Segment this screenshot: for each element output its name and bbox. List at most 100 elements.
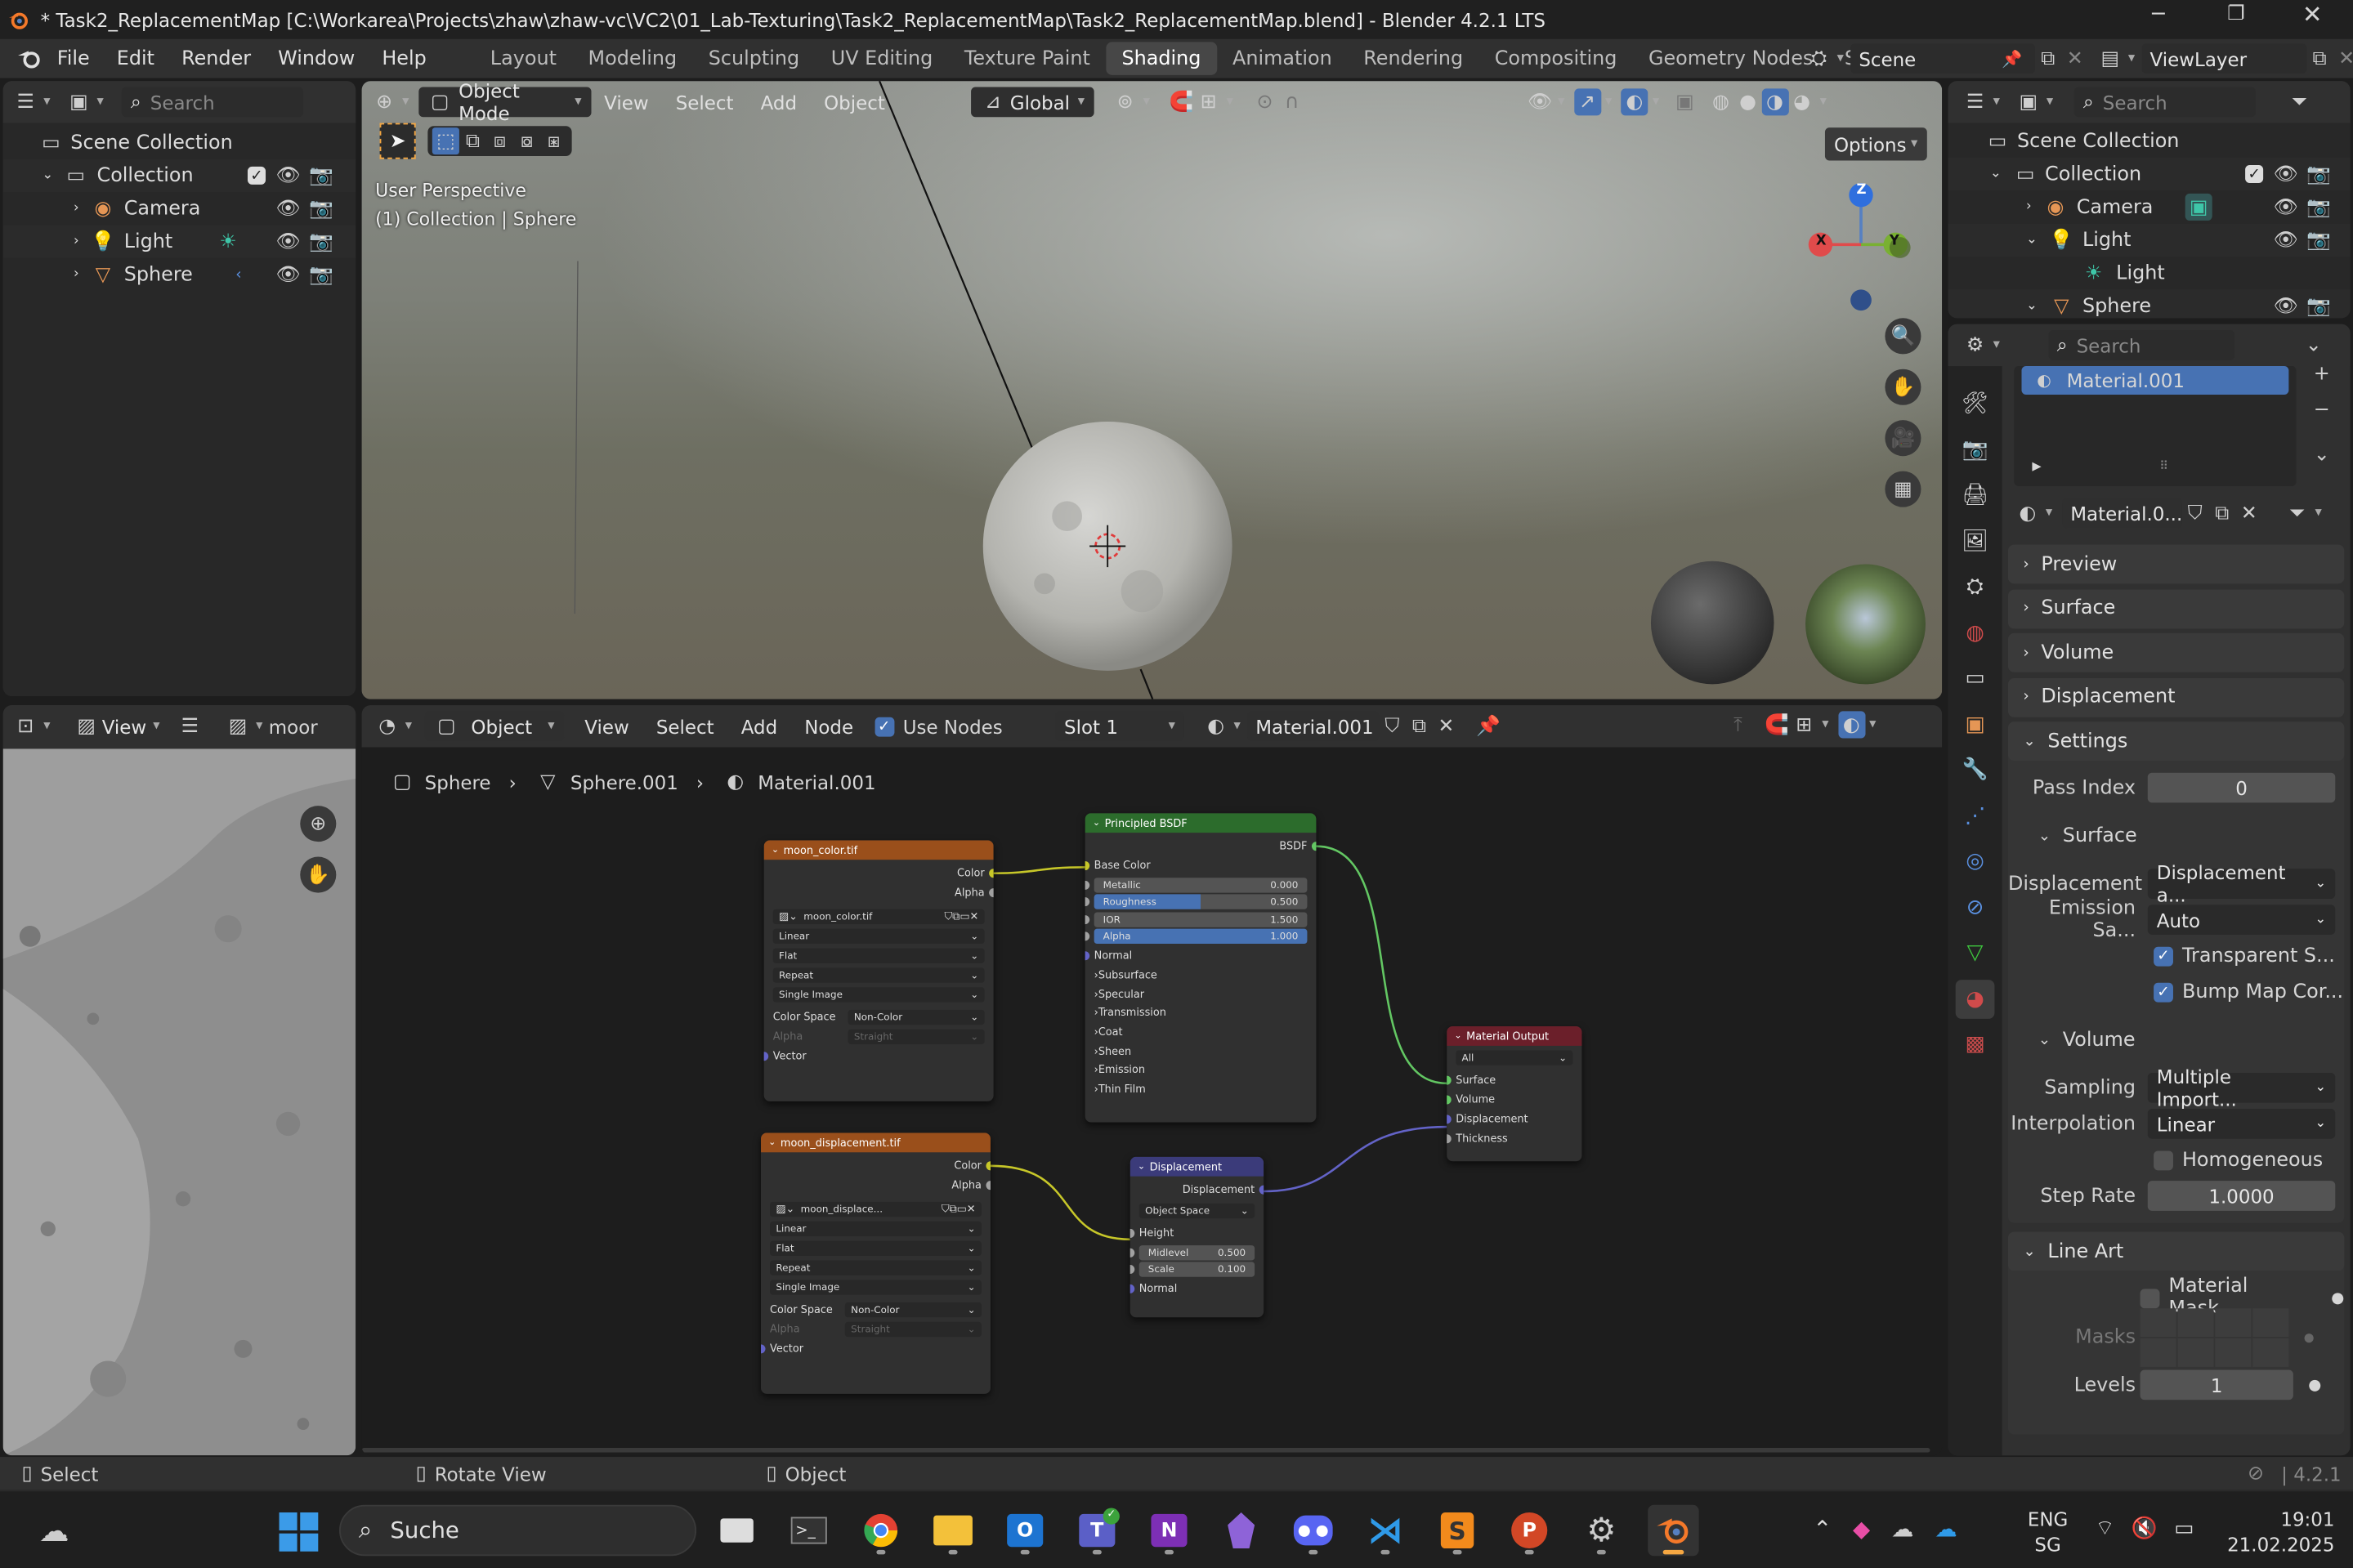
settings-app-icon[interactable]: ⚙ (1576, 1505, 1626, 1556)
pivot-icon[interactable]: ⊚ (1112, 88, 1138, 115)
bsdf-field-ior[interactable]: IOR 1.500 (1085, 911, 1308, 927)
float-socket[interactable] (1130, 1228, 1135, 1238)
float-socket[interactable] (1447, 1133, 1452, 1143)
weather-icon[interactable]: ☁ (34, 1511, 74, 1550)
material-slot-item[interactable]: ◐ Material.001 (2021, 366, 2289, 395)
outliner-search-field[interactable]: ⌕ Search (2073, 87, 2257, 118)
breadcrumb-object[interactable]: Sphere (425, 771, 491, 793)
editor-type-icon[interactable]: ◔ (374, 713, 400, 739)
tab-geometry-nodes[interactable]: Geometry Nodes (1633, 42, 1829, 74)
node-menu-add[interactable]: Add (727, 715, 790, 738)
camera-view-icon[interactable]: 🎥 (1885, 420, 1921, 457)
chrome-icon[interactable] (856, 1505, 906, 1556)
camera-render-icon[interactable]: 📷 (2306, 293, 2333, 318)
keyframe-dot-icon[interactable]: ● (2308, 1377, 2321, 1393)
editor-type-icon[interactable]: ⊕ (371, 88, 398, 115)
float-socket[interactable] (1085, 914, 1090, 924)
select-invert-icon[interactable]: ⧇ (513, 127, 540, 154)
keyframe-dot-icon[interactable]: ● (2331, 1289, 2344, 1306)
node-image-texture-displacement[interactable]: ⌄ moon_displacement.tif Color Alpha ▨⌄ moo… (761, 1132, 991, 1394)
outliner-search-field[interactable]: ⌕ Search (121, 87, 304, 118)
mode-dropdown[interactable]: ▢ Object Mode ▾ (418, 81, 591, 124)
chevron-down-icon[interactable]: ⌄ (2026, 233, 2038, 248)
vector-socket[interactable] (1447, 1114, 1452, 1124)
outliner-row-light[interactable]: › 💡 Light ☀ 👁 📷 (2, 225, 356, 258)
outlook-icon[interactable]: O (1000, 1505, 1050, 1556)
horizontal-scrollbar[interactable] (361, 1448, 1930, 1453)
resize-handle-icon[interactable]: ⠿ (2159, 459, 2168, 473)
interpolation-dropdown[interactable]: Linear ⌄ (2147, 1109, 2336, 1139)
image-browse-icon[interactable]: ▨ (225, 713, 252, 739)
world-tab-icon[interactable]: ◍ (1956, 613, 1995, 652)
blender-menu-icon[interactable] (14, 45, 44, 72)
extension-dropdown[interactable]: Repeat ⌄ (770, 1260, 982, 1275)
camera-render-icon[interactable]: 📷 (307, 195, 334, 222)
collection-tab-icon[interactable]: ▭ (1956, 659, 1995, 698)
new-viewlayer-icon[interactable]: ⧉ (2306, 45, 2333, 72)
homogeneous-row[interactable]: Homogeneous (2008, 1141, 2344, 1177)
interpolation-dropdown[interactable]: Linear ⌄ (770, 1221, 982, 1237)
target-dropdown[interactable]: All ⌄ (1456, 1050, 1573, 1065)
color-space-dropdown[interactable]: Non-Color ⌄ (844, 1301, 982, 1317)
chevron-up-icon[interactable]: ⌃ (1813, 1516, 1832, 1543)
chevron-right-icon[interactable]: › (74, 201, 79, 216)
powerpoint-icon[interactable]: P (1504, 1505, 1555, 1556)
eye-icon[interactable]: 👁 (275, 195, 302, 222)
viewport-menu-view[interactable]: View (591, 91, 663, 114)
image-file-field[interactable]: ▨⌄ moon_displace... ⛉⧉▭✕ (770, 1201, 982, 1217)
editor-type-icon[interactable]: ☰ (12, 88, 39, 115)
ortho-toggle-icon[interactable]: ▦ (1885, 471, 1921, 507)
solid-shading-icon[interactable]: ● (1734, 88, 1761, 115)
remove-slot-icon[interactable]: − (2308, 396, 2335, 423)
modifier-icon[interactable]: ‹ (225, 261, 252, 288)
select-box-tool-icon[interactable]: ➤ (379, 123, 416, 159)
source-dropdown[interactable]: Single Image ⌄ (772, 987, 985, 1003)
options-button[interactable]: Options ▾ (1824, 127, 1927, 161)
panel-line-art-header[interactable]: ⌄ Line Art (2007, 1231, 2345, 1271)
fake-user-shield-icon[interactable]: ⛉ (1379, 713, 1406, 739)
slot-dropdown[interactable]: Slot 1 ▾ (1055, 711, 1184, 742)
use-nodes-checkbox[interactable]: ✓ (874, 716, 894, 736)
file-explorer-icon[interactable] (928, 1505, 978, 1556)
menu-edit[interactable]: Edit (103, 47, 168, 70)
material-slot-list[interactable]: ◐ Material.001 ▶ ⠿ (2014, 366, 2297, 486)
node-material-output[interactable]: ⌄ Material Output All ⌄ Surface Volume Dis… (1447, 1026, 1582, 1162)
transform-orientation-dropdown[interactable]: ⊿ Global ▾ (970, 87, 1094, 118)
tab-uv-editing[interactable]: UV Editing (815, 42, 948, 74)
panel-settings-header[interactable]: ⌄ Settings (2007, 721, 2345, 762)
image-view-menu[interactable]: ▨ View ▾ (64, 711, 169, 742)
camera-render-icon[interactable]: 📷 (2306, 194, 2333, 221)
material-browse-icon[interactable]: ◐ (1202, 713, 1229, 739)
float-socket[interactable] (1130, 1265, 1135, 1275)
editor-type-icon[interactable]: ☰ (1962, 88, 1988, 115)
xray-icon[interactable]: ▣ (1671, 88, 1698, 115)
unlink-material-icon[interactable]: ✕ (2235, 499, 2262, 526)
eye-icon[interactable]: 👁 (275, 228, 302, 255)
alpha-mode-dropdown[interactable]: Straight ⌄ (848, 1028, 985, 1044)
alpha-socket[interactable] (989, 887, 994, 897)
blender-taskbar-icon[interactable] (1648, 1504, 1699, 1557)
properties-search-field[interactable]: ⌕ Search (2047, 329, 2234, 360)
tab-modeling[interactable]: Modeling (572, 42, 692, 74)
outliner-row-sphere[interactable]: › ▽ Sphere ‹ 👁 📷 (3, 258, 356, 291)
physics-tab-icon[interactable]: ◎ (1956, 842, 1995, 881)
chevron-down-icon[interactable]: ⌄ (2308, 441, 2335, 468)
levels-field[interactable]: 1 (2140, 1369, 2293, 1400)
taskbar-search-box[interactable]: ⌕ Suche (339, 1504, 697, 1557)
output-tab-icon[interactable]: 🖨 (1956, 476, 1995, 515)
shader-socket[interactable] (1447, 1074, 1452, 1084)
constraints-tab-icon[interactable]: ⊘ (1956, 887, 1995, 927)
color-space-dropdown[interactable]: Non-Color ⌄ (848, 1008, 985, 1025)
task-view-icon[interactable] (711, 1505, 762, 1556)
visibility-icon[interactable]: 👁 (1527, 88, 1554, 115)
menu-file[interactable]: File (43, 47, 103, 70)
outliner-row-light[interactable]: ⌄ 💡 Light 👁 📷 (1948, 223, 2351, 257)
displacement-method-dropdown[interactable]: Displacement a... ⌄ (2147, 861, 2336, 906)
viewport-menu-select[interactable]: Select (662, 91, 747, 114)
tool-tab-icon[interactable]: 🛠 (1956, 384, 1995, 423)
onenote-icon[interactable]: N (1143, 1505, 1194, 1556)
duplicate-material-icon[interactable]: ⧉ (1406, 713, 1433, 739)
transparent-shadows-row[interactable]: ✓ Transparent S... (2008, 938, 2344, 974)
new-scene-icon[interactable]: ⧉ (2034, 45, 2061, 72)
vector-socket[interactable] (1085, 951, 1090, 961)
